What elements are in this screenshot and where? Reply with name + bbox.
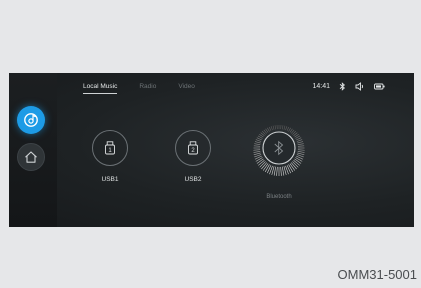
dial-tick bbox=[253, 151, 261, 153]
dial-tick bbox=[285, 126, 288, 131]
dial-tick bbox=[264, 164, 270, 173]
dial-tick bbox=[297, 149, 305, 151]
dial-tick bbox=[294, 158, 302, 164]
dial-tick bbox=[283, 125, 286, 130]
dial-tick bbox=[297, 151, 305, 153]
bluetooth-icon bbox=[339, 82, 346, 91]
dial-tick bbox=[289, 163, 296, 171]
dial-tick bbox=[288, 127, 291, 132]
usb-drive-icon: 1 bbox=[104, 141, 116, 155]
tab-video[interactable]: Video bbox=[178, 83, 195, 94]
infotainment-screen: Local Music Radio Video 14:41 1 USB1 2 U… bbox=[9, 73, 414, 227]
dial-tick bbox=[282, 166, 285, 176]
dial-tick bbox=[293, 159, 300, 166]
home-button[interactable] bbox=[17, 143, 45, 171]
tab-local-music[interactable]: Local Music bbox=[83, 83, 118, 94]
figure-code: OMM31-5001 bbox=[337, 267, 417, 282]
dial-tick bbox=[268, 126, 272, 131]
dial-tick bbox=[272, 125, 275, 130]
battery-icon bbox=[374, 83, 385, 90]
dial-tick bbox=[258, 159, 265, 166]
usb2-label: USB2 bbox=[184, 176, 202, 183]
dial-tick bbox=[273, 166, 276, 176]
dial-tick bbox=[292, 161, 299, 168]
dial-tick bbox=[259, 161, 266, 168]
dial-tick bbox=[288, 164, 294, 173]
dial-tick bbox=[265, 128, 269, 133]
dial-tick bbox=[254, 141, 261, 144]
dial-tick bbox=[276, 166, 278, 176]
bluetooth-dial bbox=[253, 125, 305, 176]
source-tabs: Local Music Radio Video bbox=[83, 83, 195, 94]
clock: 14:41 bbox=[312, 83, 330, 90]
status-bar: 14:41 bbox=[312, 82, 385, 91]
dial-tick bbox=[297, 141, 304, 144]
bluetooth-label: Bluetooth bbox=[266, 194, 292, 200]
usb-drive-icon: 2 bbox=[187, 141, 199, 155]
dial-tick bbox=[280, 166, 282, 176]
usb1-label: USB1 bbox=[101, 176, 119, 183]
dial-tick bbox=[253, 152, 261, 156]
dial-tick bbox=[256, 158, 264, 164]
dial-tick bbox=[253, 145, 261, 147]
dial-tick bbox=[282, 125, 284, 130]
dial-tick bbox=[296, 139, 303, 142]
usb1-badge: 1 bbox=[108, 148, 112, 154]
side-panel bbox=[9, 73, 57, 227]
bluetooth-source-button[interactable] bbox=[249, 118, 309, 178]
dial-tick bbox=[289, 128, 293, 133]
usb2-badge: 2 bbox=[191, 148, 195, 154]
dial-tick bbox=[262, 163, 269, 171]
music-source-button[interactable] bbox=[17, 106, 45, 134]
dial-tick bbox=[255, 139, 262, 142]
dial-tick bbox=[254, 143, 261, 145]
dial-tick bbox=[297, 145, 305, 147]
dial-tick bbox=[253, 149, 261, 151]
usb2-source-button[interactable]: 2 bbox=[175, 130, 211, 166]
home-icon bbox=[23, 149, 39, 165]
music-disc-icon bbox=[23, 112, 39, 128]
dial-tick bbox=[290, 162, 297, 170]
dial-tick bbox=[296, 137, 302, 141]
page: Local Music Radio Video 14:41 1 USB1 2 U… bbox=[0, 0, 421, 288]
dial-tick bbox=[274, 125, 276, 130]
dial-tick bbox=[267, 127, 270, 132]
tab-radio[interactable]: Radio bbox=[139, 83, 156, 94]
dial-tick bbox=[286, 126, 290, 131]
volume-icon bbox=[355, 82, 365, 91]
dial-tick bbox=[261, 162, 268, 170]
dial-tick bbox=[270, 126, 273, 131]
dial-tick bbox=[297, 143, 304, 145]
usb1-source-button[interactable]: 1 bbox=[92, 130, 128, 166]
dial-tick bbox=[256, 137, 262, 141]
dial-tick bbox=[297, 152, 305, 156]
